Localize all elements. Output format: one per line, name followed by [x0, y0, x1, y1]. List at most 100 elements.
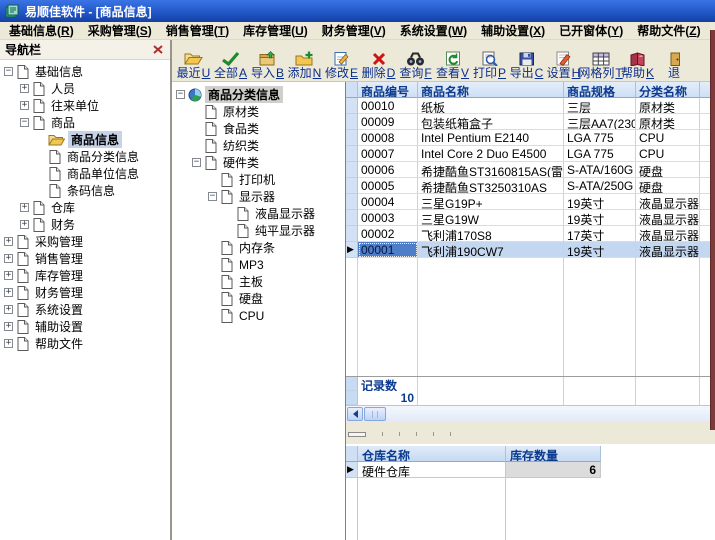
menu-item[interactable]: 财务管理(V): [315, 21, 393, 41]
tree-item[interactable]: + 帮助文件: [0, 335, 170, 352]
menu-item[interactable]: 销售管理(T): [159, 21, 236, 41]
cell-product-category[interactable]: 液晶显示器: [636, 226, 700, 242]
menu-item[interactable]: 帮助文件(Z): [630, 21, 707, 41]
cell-product-category[interactable]: 硬盘: [636, 178, 700, 194]
product-row[interactable]: 00005 希捷酷鱼ST3250310AS S-ATA/250G 硬盘: [346, 178, 715, 194]
expander[interactable]: +: [20, 84, 29, 93]
cell-product-spec[interactable]: 19英寸: [564, 210, 636, 226]
cell-product-spec[interactable]: 19英寸: [564, 242, 636, 258]
cell-product-spec[interactable]: 三层AA7(230X1: [564, 114, 636, 130]
category-tree-item[interactable]: 内存条: [172, 239, 345, 256]
category-tree-item[interactable]: 纺织类: [172, 137, 345, 154]
cell-product-category[interactable]: CPU: [636, 146, 700, 162]
category-tree-item[interactable]: MP3: [172, 256, 345, 273]
category-tree-item[interactable]: 液晶显示器: [172, 205, 345, 222]
cell-product-name[interactable]: 希捷酷鱼ST3250310AS: [418, 178, 564, 194]
expander[interactable]: +: [4, 322, 13, 331]
product-row[interactable]: 00006 希捷酷鱼ST3160815AS(雷射) S-ATA/160G 硬盘: [346, 162, 715, 178]
cell-product-name[interactable]: 飞利浦190CW7: [418, 242, 564, 258]
tree-item[interactable]: 商品分类信息: [0, 148, 170, 165]
cell-product-id[interactable]: 00002: [358, 226, 418, 242]
cell-product-spec[interactable]: LGA 775: [564, 146, 636, 162]
scrollbar-thumb[interactable]: [364, 407, 386, 421]
category-tree-item[interactable]: 原材类: [172, 103, 345, 120]
category-tree-item[interactable]: 食品类: [172, 120, 345, 137]
product-row[interactable]: 00009 包装纸箱盒子 三层AA7(230X1 原材类: [346, 114, 715, 130]
detail-tab[interactable]: [348, 432, 366, 437]
cell-product-id[interactable]: 00007: [358, 146, 418, 162]
row-selector[interactable]: [346, 194, 358, 210]
product-row[interactable]: 00004 三星G19P+ 19英寸 液晶显示器: [346, 194, 715, 210]
menu-item[interactable]: 基础信息(R): [2, 21, 81, 41]
cell-product-id[interactable]: 00004: [358, 194, 418, 210]
cell-product-id[interactable]: 00009: [358, 114, 418, 130]
row-selector[interactable]: [346, 178, 358, 194]
category-tree-item[interactable]: − 硬件类: [172, 154, 345, 171]
row-selector[interactable]: [346, 210, 358, 226]
cell-quantity[interactable]: 6: [506, 462, 601, 478]
detail-tab[interactable]: [434, 432, 451, 436]
row-selector[interactable]: [346, 462, 358, 478]
expander[interactable]: +: [4, 237, 13, 246]
toolbar-button[interactable]: 打印P: [471, 48, 508, 80]
cell-product-id[interactable]: 00001: [358, 242, 418, 258]
tree-item[interactable]: + 系统设置: [0, 301, 170, 318]
cell-product-name[interactable]: 三星G19W: [418, 210, 564, 226]
category-tree-item[interactable]: 主板: [172, 273, 345, 290]
toolbar-button[interactable]: 网格列T: [582, 48, 619, 80]
tree-item[interactable]: − 基础信息: [0, 63, 170, 80]
expander[interactable]: +: [20, 203, 29, 212]
tree-item[interactable]: + 辅助设置: [0, 318, 170, 335]
row-selector[interactable]: [346, 130, 358, 146]
cell-product-id[interactable]: 00010: [358, 98, 418, 114]
expander[interactable]: +: [20, 220, 29, 229]
tree-item[interactable]: + 财务管理: [0, 284, 170, 301]
detail-tab[interactable]: [366, 432, 383, 436]
tree-item[interactable]: + 往来单位: [0, 97, 170, 114]
category-tree-item[interactable]: − 商品分类信息: [172, 86, 345, 103]
product-row[interactable]: 00001 飞利浦190CW7 19英寸 液晶显示器: [346, 242, 715, 258]
tree-item[interactable]: 商品单位信息: [0, 165, 170, 182]
tree-item[interactable]: + 采购管理: [0, 233, 170, 250]
expander[interactable]: +: [4, 271, 13, 280]
detail-tab[interactable]: [383, 432, 400, 436]
toolbar-button[interactable]: 查看V: [434, 48, 471, 80]
product-row[interactable]: 00007 Intel Core 2 Duo E4500 LGA 775 CPU: [346, 146, 715, 162]
menu-item[interactable]: 已开窗体(Y): [552, 21, 630, 41]
row-selector[interactable]: [346, 242, 358, 258]
toolbar-button[interactable]: 删除D: [360, 48, 397, 80]
cell-product-spec[interactable]: S-ATA/250G: [564, 178, 636, 194]
cell-product-id[interactable]: 00008: [358, 130, 418, 146]
menu-item[interactable]: 采购管理(S): [81, 21, 159, 41]
cell-product-category[interactable]: 液晶显示器: [636, 210, 700, 226]
detail-tab[interactable]: [400, 432, 417, 436]
cell-product-category[interactable]: CPU: [636, 130, 700, 146]
toolbar-button[interactable]: 设置H: [545, 48, 582, 80]
expander[interactable]: −: [4, 67, 13, 76]
cell-product-name[interactable]: Intel Core 2 Duo E4500: [418, 146, 564, 162]
tree-item[interactable]: + 销售管理: [0, 250, 170, 267]
tree-item[interactable]: 商品信息: [0, 131, 170, 148]
toolbar-button[interactable]: 帮助K: [619, 48, 656, 80]
toolbar-button[interactable]: 退: [656, 48, 693, 80]
toolbar-button[interactable]: 添加N: [286, 48, 323, 80]
cell-product-spec[interactable]: 17英寸: [564, 226, 636, 242]
cell-product-id[interactable]: 00003: [358, 210, 418, 226]
row-selector[interactable]: [346, 114, 358, 130]
expander[interactable]: −: [192, 158, 201, 167]
tree-item[interactable]: + 库存管理: [0, 267, 170, 284]
cell-product-name[interactable]: 包装纸箱盒子: [418, 114, 564, 130]
cell-product-spec[interactable]: S-ATA/160G: [564, 162, 636, 178]
tree-item[interactable]: − 商品: [0, 114, 170, 131]
tree-item[interactable]: + 人员: [0, 80, 170, 97]
expander[interactable]: +: [4, 305, 13, 314]
toolbar-button[interactable]: 查询F: [397, 48, 434, 80]
product-row[interactable]: 00010 纸板 三层 原材类: [346, 98, 715, 114]
inventory-row[interactable]: 硬件仓库 6: [346, 462, 715, 478]
row-selector[interactable]: [346, 162, 358, 178]
cell-product-name[interactable]: 纸板: [418, 98, 564, 114]
scroll-left-button[interactable]: [347, 407, 363, 421]
toolbar-button[interactable]: 最近U: [175, 48, 212, 80]
expander[interactable]: −: [208, 192, 217, 201]
cell-product-name[interactable]: 三星G19P+: [418, 194, 564, 210]
